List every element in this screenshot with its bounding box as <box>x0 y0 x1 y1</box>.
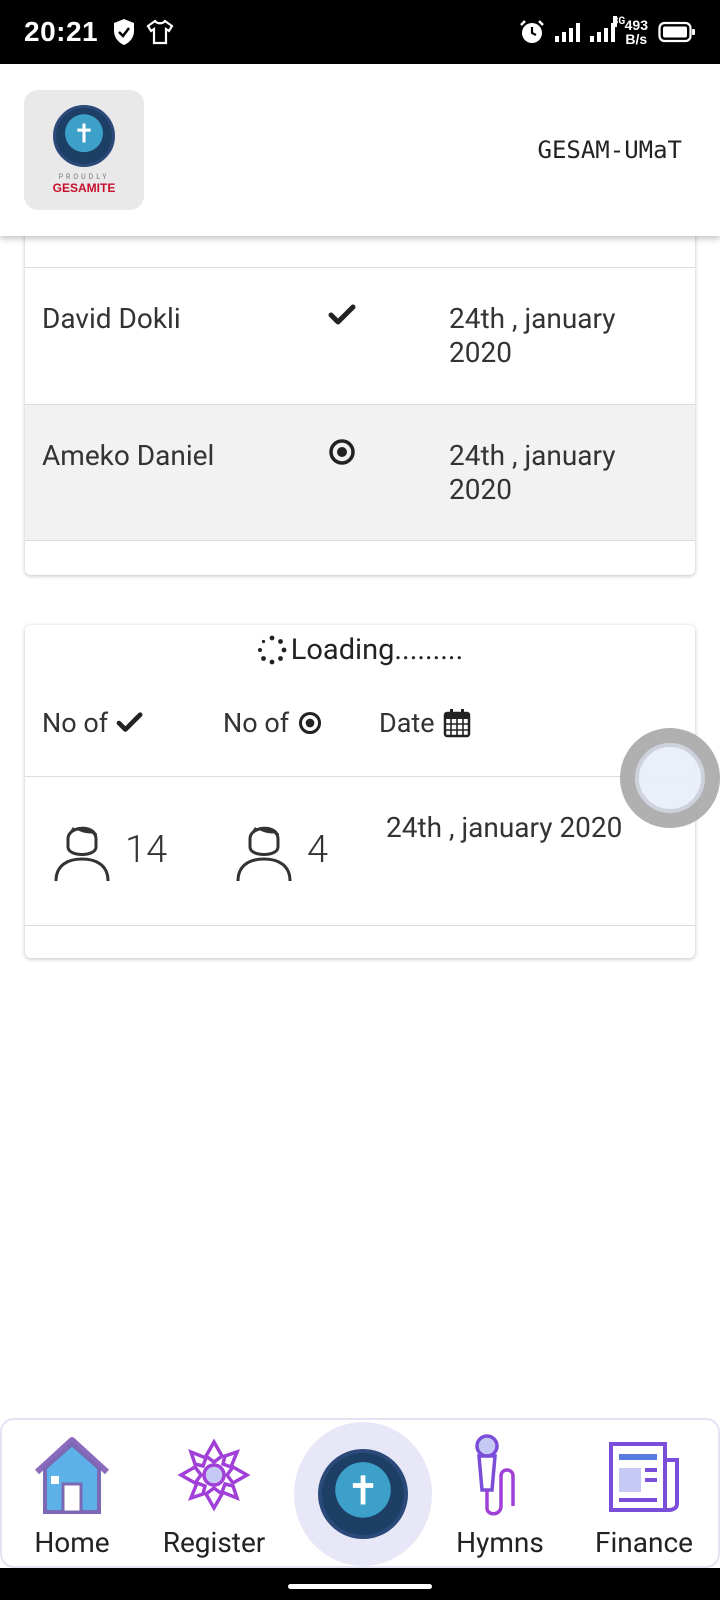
check-icon <box>328 304 356 325</box>
loading-text: Loading......... <box>290 633 464 667</box>
attendance-date: 24th , january 2020 <box>449 439 616 506</box>
member-name: David Dokli <box>42 302 181 335</box>
logo-tagline: PROUDLY <box>58 173 110 181</box>
signal-icon <box>554 22 580 42</box>
dot-circle-icon <box>329 439 355 465</box>
dot-circle-icon <box>299 711 322 735</box>
register-icon <box>177 1438 251 1512</box>
status-time: 20:21 <box>24 16 99 47</box>
present-count-value: 14 <box>125 828 168 872</box>
present-header: No of <box>42 707 144 739</box>
user-icon <box>54 826 110 882</box>
summary-card: Loading......... No of No of Date 14 4 2… <box>25 625 695 958</box>
present-header-label: No of <box>42 707 109 739</box>
date-header: Date <box>379 707 471 739</box>
logo-name: GESAMITE <box>52 181 116 195</box>
microphone-icon <box>475 1434 515 1516</box>
attendance-footer <box>25 540 695 575</box>
signal-tag: 3G <box>612 16 626 27</box>
spinner-icon <box>257 635 287 665</box>
present-count: 14 <box>53 817 167 883</box>
check-icon <box>116 712 143 732</box>
summary-header: No of No of Date <box>25 687 695 777</box>
newspaper-icon <box>609 1442 679 1512</box>
absent-header: No of <box>223 707 323 739</box>
signal-3g-icon: 3G <box>589 16 625 42</box>
absent-count: 4 <box>235 817 328 883</box>
absent-header-label: No of <box>223 707 290 739</box>
battery-icon <box>658 21 695 43</box>
attendance-row[interactable]: Ameko Daniel 24th , january 2020 <box>25 404 695 540</box>
app-header: PROUDLY GESAMITE GESAM-UMaT <box>0 64 720 236</box>
attendance-card: David Dokli 24th , january 2020 Ameko Da… <box>25 200 695 575</box>
app-title: GESAM-UMaT <box>537 136 683 164</box>
summary-date: 24th , january 2020 <box>386 811 623 844</box>
floating-touch-button[interactable] <box>620 728 720 828</box>
net-speed-unit: B/s <box>625 31 648 47</box>
system-nav-bar <box>0 1568 720 1600</box>
attendance-row[interactable]: David Dokli 24th , january 2020 <box>25 267 695 403</box>
nav-item-register[interactable]: Register <box>144 1432 284 1562</box>
gesam-logo-icon <box>318 1449 408 1539</box>
app-logo[interactable]: PROUDLY GESAMITE <box>24 90 144 210</box>
home-gesture-handle[interactable] <box>288 1584 432 1589</box>
shield-icon <box>114 19 135 45</box>
calendar-icon <box>443 709 470 738</box>
home-icon <box>34 1437 110 1514</box>
loading-indicator: Loading......... <box>25 633 695 667</box>
alarm-icon <box>519 20 544 43</box>
nav-item-home[interactable]: Home <box>2 1432 142 1562</box>
tshirt-icon <box>146 19 174 45</box>
net-speed: 493 B/s <box>625 18 648 46</box>
nav-item-hymns[interactable]: Hymns <box>430 1432 570 1562</box>
member-name: Ameko Daniel <box>42 439 215 472</box>
nav-label-finance: Finance <box>595 1526 693 1559</box>
date-header-label: Date <box>379 707 435 739</box>
nav-item-gesam-home[interactable] <box>294 1422 432 1566</box>
nav-label-home: Home <box>34 1526 110 1559</box>
user-icon <box>236 826 292 882</box>
gesam-globe-icon <box>53 105 115 167</box>
summary-row: 14 4 24th , january 2020 <box>25 776 695 926</box>
net-speed-value: 493 <box>624 17 648 33</box>
bottom-nav: Home Register Hymns <box>0 1418 720 1568</box>
absent-count-value: 4 <box>307 828 329 872</box>
nav-item-finance[interactable]: Finance <box>574 1432 714 1562</box>
nav-label-hymns: Hymns <box>456 1526 544 1559</box>
nav-label-register: Register <box>162 1526 266 1559</box>
attendance-date: 24th , january 2020 <box>449 302 616 369</box>
status-bar: 20:21 3G 493 B/s <box>0 0 720 64</box>
status-right-icons: 3G 493 B/s <box>519 16 696 46</box>
status-left-icons <box>112 18 174 46</box>
